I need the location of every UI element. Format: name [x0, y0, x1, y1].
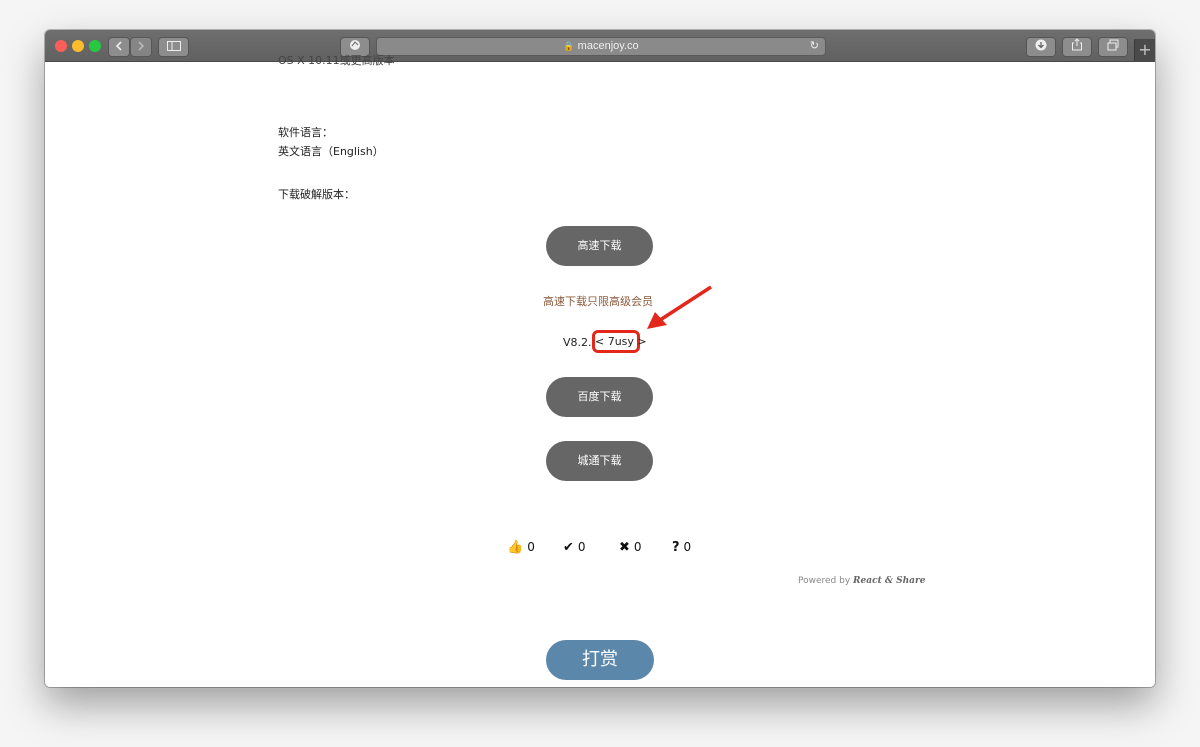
- members-only-note: 高速下载只限高级会员: [543, 295, 653, 308]
- powered-by-prefix: Powered by: [798, 576, 851, 586]
- chevron-left-icon: [115, 41, 122, 51]
- extension-icon: [350, 40, 360, 50]
- tabs-icon: [1107, 39, 1119, 51]
- page-content: OS X 10.11或更高版本 软件语言： 英文语言（English） 下载破解…: [45, 54, 1155, 687]
- reaction-disagree[interactable]: ✖ 0: [619, 540, 642, 555]
- forward-button[interactable]: [130, 37, 152, 57]
- system-requirement-text: OS X 10.11或更高版本: [278, 54, 395, 67]
- like-count: 0: [527, 540, 535, 554]
- extract-code: < 7usy >: [595, 335, 647, 348]
- question-icon: ?: [672, 540, 680, 555]
- download-icon: [1035, 39, 1047, 51]
- new-tab-button[interactable]: +: [1134, 39, 1155, 61]
- cross-icon: ✖: [619, 540, 630, 555]
- share-button[interactable]: [1062, 37, 1092, 57]
- sidebar-toggle-button[interactable]: [158, 37, 189, 57]
- downloads-button[interactable]: [1026, 37, 1056, 57]
- browser-window: 🔒 macenjoy.co ↻ + OS X 10.11或更高版本 软件语言： …: [45, 30, 1155, 687]
- extract-code-highlight: < 7usy >: [592, 330, 647, 353]
- disagree-count: 0: [633, 540, 642, 554]
- question-count: 0: [683, 540, 692, 554]
- tabs-overview-button[interactable]: [1098, 37, 1128, 57]
- share-icon: [1072, 38, 1082, 51]
- reaction-agree[interactable]: ✔ 0: [563, 540, 586, 555]
- reaction-question[interactable]: ? 0: [672, 540, 691, 555]
- lock-icon: 🔒: [563, 41, 575, 51]
- url-text: macenjoy.co: [577, 40, 639, 52]
- zoom-window-button[interactable]: [89, 40, 101, 52]
- sidebar-icon: [166, 41, 181, 51]
- baidu-download-button[interactable]: 百度下载: [546, 377, 653, 417]
- chevron-right-icon: [138, 41, 145, 51]
- address-bar[interactable]: 🔒 macenjoy.co ↻: [376, 37, 826, 56]
- download-label: 下载破解版本：: [278, 188, 355, 201]
- language-label: 软件语言：: [278, 126, 333, 139]
- chengtong-download-button[interactable]: 城通下载: [546, 441, 653, 481]
- close-window-button[interactable]: [55, 40, 67, 52]
- agree-count: 0: [577, 540, 586, 554]
- annotation-arrow-icon: [647, 285, 712, 329]
- language-value: 英文语言（English）: [278, 145, 384, 158]
- check-icon: ✔: [563, 540, 574, 555]
- powered-by[interactable]: Powered by React & Share: [798, 576, 925, 586]
- react-share-brand[interactable]: React & Share: [853, 576, 925, 586]
- thumbs-up-icon: 👍: [507, 540, 524, 555]
- reward-button[interactable]: 打赏: [546, 640, 654, 680]
- browser-toolbar: 🔒 macenjoy.co ↻ +: [45, 30, 1155, 62]
- reaction-like[interactable]: 👍 0: [507, 540, 535, 555]
- reload-icon[interactable]: ↻: [810, 38, 819, 55]
- back-button[interactable]: [108, 37, 130, 57]
- minimize-window-button[interactable]: [72, 40, 84, 52]
- high-speed-download-button[interactable]: 高速下载: [546, 226, 653, 266]
